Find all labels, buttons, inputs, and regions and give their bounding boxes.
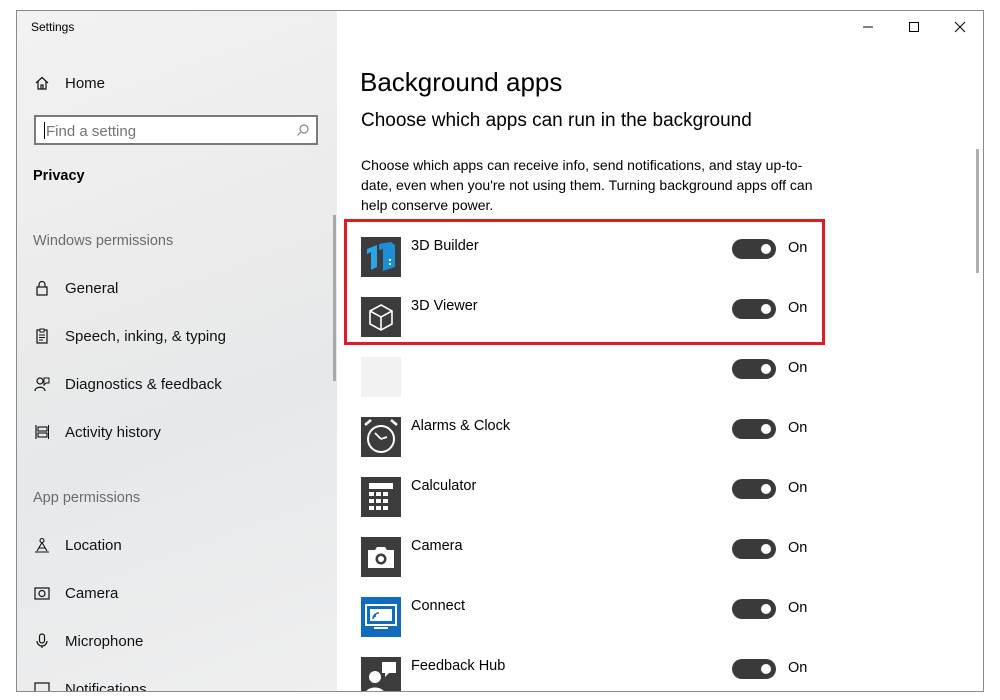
nav-location-label: Location (65, 536, 122, 554)
toggle-alarms-clock[interactable] (732, 419, 776, 439)
app-row-blank: On (361, 357, 811, 397)
app-row-feedback-hub: Feedback Hub On (361, 657, 811, 691)
app-row-camera: Camera On (361, 537, 811, 577)
nav-microphone-label: Microphone (65, 632, 144, 650)
nav-activity-history-label: Activity history (65, 423, 161, 441)
alarm-clock-icon (361, 417, 401, 457)
blank-app-icon (361, 357, 401, 397)
toggle-state: On (788, 660, 808, 676)
app-name: Feedback Hub (411, 658, 506, 674)
app-name: Calculator (411, 478, 477, 494)
nav-home-label: Home (65, 74, 106, 92)
minimize-icon (863, 26, 873, 28)
nav-general-label: General (65, 279, 119, 297)
connect-icon (361, 597, 401, 637)
app-name: Alarms & Clock (411, 418, 511, 434)
toggle-blank-app[interactable] (732, 359, 776, 379)
toggle-connect[interactable] (732, 599, 776, 619)
toggle-state: On (788, 300, 808, 316)
feedback-hub-icon (361, 657, 401, 691)
nav-notifications[interactable]: Notifications (17, 669, 337, 692)
toggle-state: On (788, 360, 808, 376)
toggle-3d-viewer[interactable] (732, 299, 776, 319)
settings-window: Settings Home Privacy Windows permission… (16, 10, 984, 692)
category-title: Privacy (33, 168, 85, 184)
app-row-alarms-clock: Alarms & Clock On (361, 417, 811, 457)
speech-icon (33, 327, 51, 345)
toggle-state: On (788, 540, 808, 556)
page-subtitle: Choose which apps can run in the backgro… (361, 110, 752, 131)
maximize-icon (909, 22, 919, 32)
nav-general[interactable]: General (17, 268, 337, 308)
nav-location[interactable]: Location (17, 525, 337, 565)
app-row-3d-builder: 3D Builder On (361, 237, 811, 277)
nav-speech-label: Speech, inking, & typing (65, 327, 226, 345)
microphone-icon (33, 632, 51, 650)
notifications-icon (33, 680, 51, 691)
activity-history-icon (33, 423, 51, 441)
feedback-icon (33, 375, 51, 393)
window-title: Settings (31, 20, 75, 34)
app-row-3d-viewer: 3D Viewer On (361, 297, 811, 337)
nav-activity-history[interactable]: Activity history (17, 412, 337, 452)
nav-speech[interactable]: Speech, inking, & typing (17, 316, 337, 356)
nav-microphone[interactable]: Microphone (17, 621, 337, 661)
section-windows-permissions: Windows permissions (33, 233, 174, 249)
toggle-3d-builder[interactable] (732, 239, 776, 259)
app-name: Camera (411, 538, 463, 554)
toggle-state: On (788, 480, 808, 496)
lock-icon (33, 279, 51, 297)
close-button[interactable] (937, 11, 983, 43)
sidebar-scrollbar[interactable] (333, 215, 336, 381)
nav-diagnostics[interactable]: Diagnostics & feedback (17, 364, 337, 404)
close-icon (954, 21, 966, 33)
toggle-state: On (788, 240, 808, 256)
app-name: 3D Builder (411, 238, 479, 254)
nav-home[interactable]: Home (17, 63, 337, 103)
app-row-calculator: Calculator On (361, 477, 811, 517)
nav-notifications-label: Notifications (65, 680, 147, 692)
nav-camera[interactable]: Camera (17, 573, 337, 613)
3d-viewer-icon (361, 297, 401, 337)
toggle-calculator[interactable] (732, 479, 776, 499)
app-name: Connect (411, 598, 466, 614)
main-scrollbar[interactable] (976, 149, 979, 273)
toggle-state: On (788, 600, 808, 616)
search-input[interactable] (44, 120, 288, 142)
search-box[interactable] (34, 115, 318, 145)
search-icon[interactable] (296, 123, 310, 142)
maximize-button[interactable] (891, 11, 937, 43)
3d-builder-icon (361, 237, 401, 277)
app-row-connect: Connect On (361, 597, 811, 637)
minimize-button[interactable] (845, 11, 891, 43)
toggle-feedback-hub[interactable] (732, 659, 776, 679)
section-app-permissions: App permissions (33, 490, 141, 506)
sidebar: Settings Home Privacy Windows permission… (17, 11, 337, 691)
page-title: Background apps (360, 67, 563, 97)
calculator-icon (361, 477, 401, 517)
toggle-camera[interactable] (732, 539, 776, 559)
page-description: Choose which apps can receive info, send… (361, 157, 813, 213)
home-icon (33, 74, 51, 92)
toggle-state: On (788, 420, 808, 436)
main-content: Background apps Choose which apps can ru… (337, 11, 983, 691)
nav-diagnostics-label: Diagnostics & feedback (65, 375, 222, 393)
nav-camera-label: Camera (65, 584, 119, 602)
app-name: 3D Viewer (411, 298, 478, 314)
camera-icon (33, 584, 51, 602)
camera-app-icon (361, 537, 401, 577)
location-icon (33, 536, 51, 554)
